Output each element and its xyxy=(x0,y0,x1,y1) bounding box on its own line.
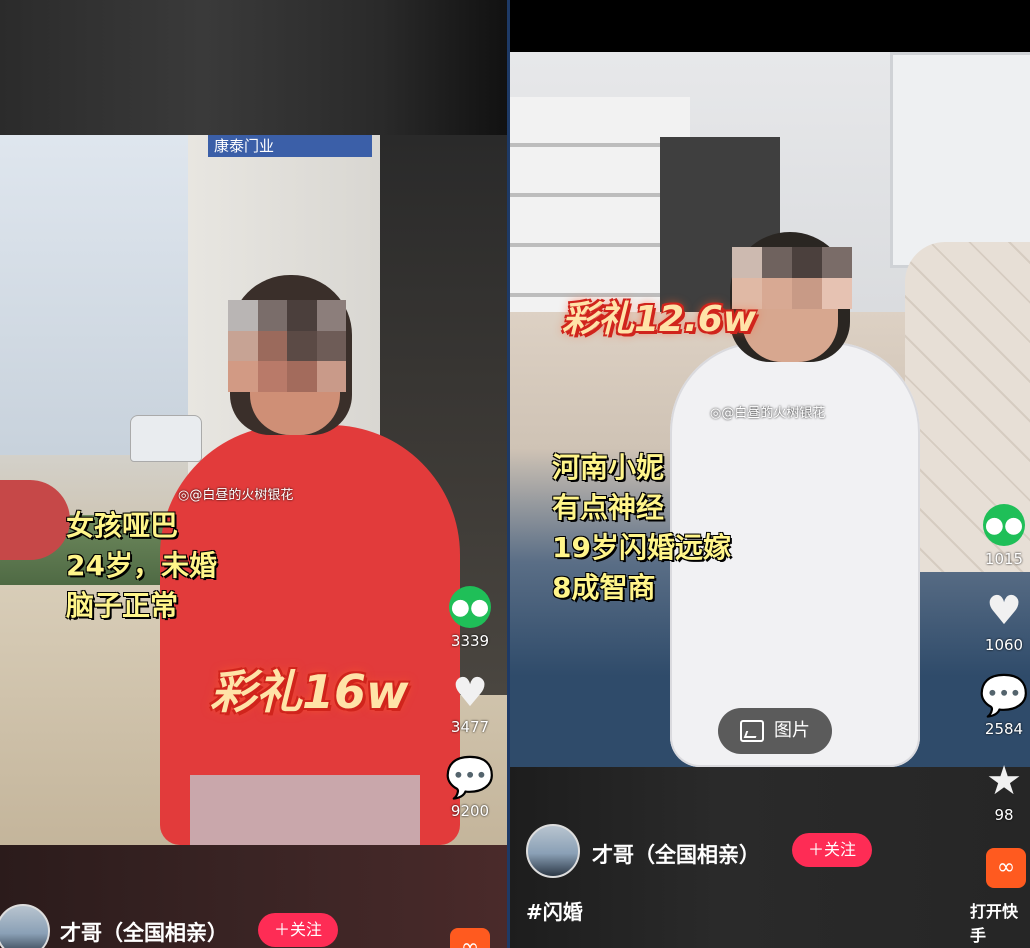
share-count: 1015 xyxy=(984,550,1024,568)
picture-icon xyxy=(740,720,764,742)
weibo-icon: ◎ xyxy=(710,406,722,421)
follow-button[interactable]: ＋关注 xyxy=(258,913,339,947)
caption-block: 河南小妮 有点神经 19岁闪婚远嫁 8成智商 xyxy=(552,448,731,608)
right-bottom-bar xyxy=(510,767,1030,948)
image-badge-label: 图片 xyxy=(774,720,810,741)
favorite-action[interactable]: ★ 98 xyxy=(974,758,1030,824)
heart-icon: ♥ xyxy=(452,670,488,716)
girl-pants xyxy=(190,775,420,845)
comment-action[interactable]: 💬 9200 xyxy=(440,754,500,821)
bride-price-label: 彩礼12.6w xyxy=(562,299,757,340)
share-count: 3339 xyxy=(450,632,490,650)
caption-line: 有点神经 xyxy=(552,491,665,524)
face-mosaic xyxy=(228,300,346,392)
open-app-label[interactable]: 打开快手 xyxy=(970,898,1030,946)
comment-bubble-icon: 💬 xyxy=(445,754,495,801)
hashtag[interactable]: #闪婚 xyxy=(526,896,583,925)
wall-painting xyxy=(890,52,1030,268)
like-action[interactable]: ♥ 3477 xyxy=(440,670,500,736)
left-top-bar xyxy=(0,0,508,135)
heart-icon: ♥ xyxy=(986,588,1022,634)
kuaishou-app-icon[interactable]: ∞ xyxy=(986,848,1026,888)
caption-line: 19岁闪婚远嫁 xyxy=(552,531,731,564)
store-sign: 康泰门业 xyxy=(208,135,372,157)
watermark: ◎@白昼的火树银花 xyxy=(710,406,826,421)
follow-button[interactable]: ＋关注 xyxy=(792,833,873,867)
caption-line: 24岁，未婚 xyxy=(66,549,217,582)
weibo-icon: ◎ xyxy=(178,488,190,503)
author-name[interactable]: 才哥（全国相亲） xyxy=(60,917,228,947)
share-wechat-action[interactable]: ●● 3339 xyxy=(440,586,500,650)
watermark: ◎@白昼的火树银花 xyxy=(178,488,294,503)
like-action[interactable]: ♥ 1060 xyxy=(974,588,1030,654)
kuaishou-app-icon[interactable]: ∞ xyxy=(450,928,490,948)
comment-action[interactable]: 💬 2584 xyxy=(974,672,1030,739)
author-avatar[interactable] xyxy=(526,824,580,878)
share-wechat-action[interactable]: ●● 1015 xyxy=(974,504,1030,568)
caption-block: 女孩哑巴 24岁，未婚 脑子正常 xyxy=(66,506,217,626)
wechat-icon: ●● xyxy=(983,504,1025,546)
right-top-bar xyxy=(510,0,1030,52)
star-icon: ★ xyxy=(986,758,1022,804)
comment-bubble-icon: 💬 xyxy=(979,672,1029,719)
left-video-post: 康泰门业 ◎@白昼的火树银花 女孩哑巴 24岁，未婚 脑子正常 彩礼16w ●●… xyxy=(0,0,508,948)
caption-line: 脑子正常 xyxy=(66,589,179,622)
right-video-post: 彩礼12.6w ◎@白昼的火树银花 河南小妮 有点神经 19岁闪婚远嫁 8成智商… xyxy=(510,0,1030,948)
wechat-icon: ●● xyxy=(449,586,491,628)
like-count: 1060 xyxy=(984,636,1024,654)
caption-line: 河南小妮 xyxy=(552,451,665,484)
caption-line: 女孩哑巴 xyxy=(66,509,179,542)
like-count: 3477 xyxy=(450,718,490,736)
sky-background xyxy=(0,135,190,455)
comment-count: 2584 xyxy=(984,720,1024,738)
caption-line: 8成智商 xyxy=(552,571,656,604)
image-badge[interactable]: 图片 xyxy=(718,708,832,754)
favorite-count: 98 xyxy=(994,806,1014,824)
comment-count: 9200 xyxy=(450,802,490,820)
bride-price-label: 彩礼16w xyxy=(210,665,409,719)
author-name[interactable]: 才哥（全国相亲） xyxy=(592,839,760,869)
parked-car xyxy=(130,415,202,462)
